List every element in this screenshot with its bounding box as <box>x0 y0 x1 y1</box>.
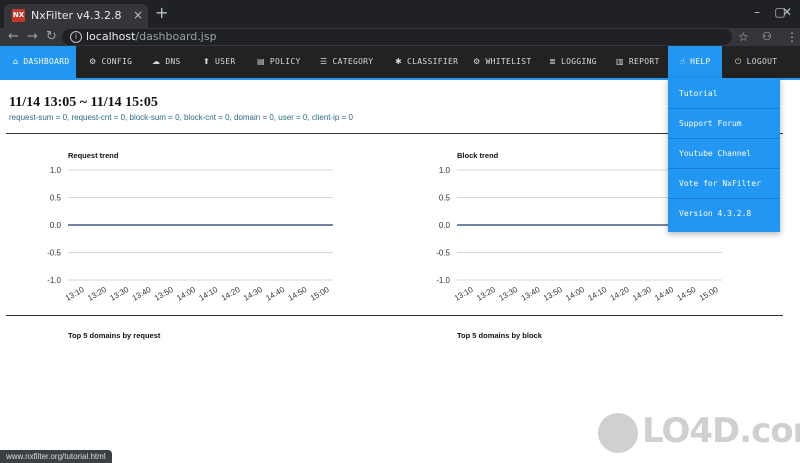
menu-item-youtube-channel[interactable]: Youtube Channel <box>668 139 780 169</box>
y-tick-label: 0.5 <box>439 194 451 203</box>
top-domains-by-request-title: Top 5 domains by request <box>68 331 161 340</box>
y-tick-label: 1.0 <box>439 166 451 175</box>
x-tick-label: 14:10 <box>586 285 608 303</box>
x-tick-label: 13:30 <box>497 285 519 303</box>
x-tick-label: 13:10 <box>453 285 475 303</box>
help-dropdown-menu: Tutorial Support Forum Youtube Channel V… <box>668 78 780 232</box>
menu-item-version[interactable]: Version 4.3.2.8 <box>668 199 780 229</box>
x-tick-label: 13:20 <box>475 285 497 303</box>
x-tick-label: 14:00 <box>564 285 586 303</box>
x-tick-label: 13:40 <box>520 285 542 303</box>
menu-item-tutorial[interactable]: Tutorial <box>668 79 780 109</box>
y-tick-label: 0.0 <box>439 221 451 230</box>
x-tick-label: 15:00 <box>698 285 720 303</box>
top-domains-by-block-title: Top 5 domains by block <box>457 331 542 340</box>
x-tick-label: 14:50 <box>676 285 698 303</box>
divider <box>6 315 783 316</box>
x-tick-label: 14:30 <box>631 285 653 303</box>
lo4d-logo-icon <box>598 413 638 453</box>
y-tick-label: -0.5 <box>436 249 450 258</box>
y-tick-label: -1.0 <box>436 276 450 285</box>
x-tick-label: 13:50 <box>542 285 564 303</box>
watermark-text: LO4D.com <box>642 411 800 451</box>
x-tick-label: 14:20 <box>609 285 631 303</box>
menu-item-vote[interactable]: Vote for NxFilter <box>668 169 780 199</box>
x-tick-label: 14:40 <box>653 285 675 303</box>
status-url: www.nxfilter.org/tutorial.html <box>0 450 112 463</box>
menu-item-support-forum[interactable]: Support Forum <box>668 109 780 139</box>
